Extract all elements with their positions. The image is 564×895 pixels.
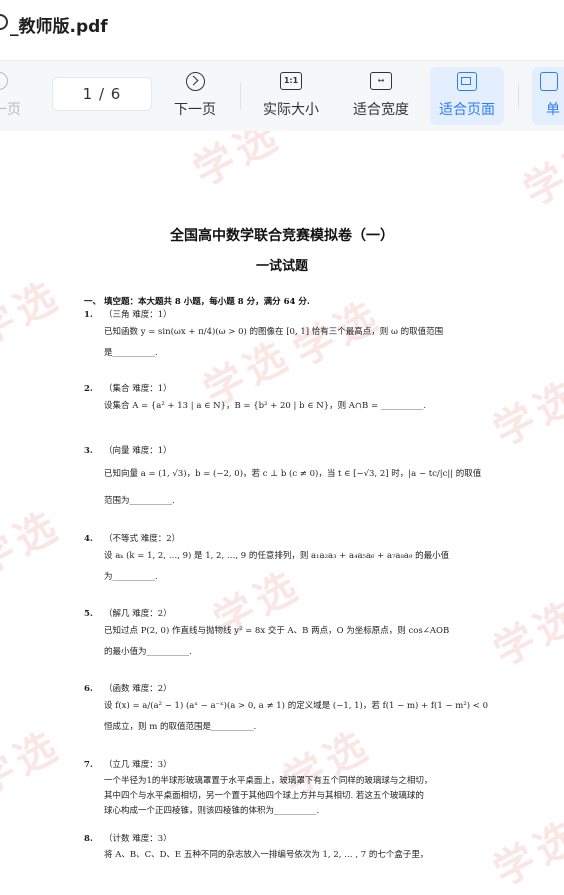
question-line: 为__________.: [104, 572, 158, 582]
question-line: 设集合 A = {a² + 13 | a ∈ N}，B = {b² + 20 |…: [104, 401, 427, 411]
question-number: 7.: [84, 760, 93, 770]
fit-width-label: 适合宽度: [353, 102, 409, 118]
question-8: 8. （计数 难度：3） 将 A、B、C、D、E 五种不同的杂志放入一排编号依次为…: [84, 831, 504, 863]
question-line: 一个半径为1的半球形玻璃罩置于水平桌面上，玻璃罩下有五个同样的玻璃球与之相切，: [104, 776, 433, 786]
question-2: 2. （集合 难度：1） 设集合 A = {a² + 13 | a ∈ N}，B …: [84, 381, 504, 415]
actual-size-icon: 1:1: [280, 71, 302, 93]
question-tag: （函数 难度：2）: [104, 684, 172, 694]
question-4: 4. （不等式 难度：2） 设 aₖ (k = 1, 2, …, 9) 是 1, …: [84, 531, 504, 586]
question-line: 已知向量 a = (1, √3)，b = (−2, 0)，若 c ⊥ b (c …: [104, 469, 482, 479]
prev-page-button[interactable]: 上一页: [0, 67, 40, 125]
question-tag: （三角 难度：1）: [104, 310, 172, 320]
question-line: 将 A、B、C、D、E 五种不同的杂志放入一排编号依次为 1, 2, … , 7…: [104, 850, 429, 860]
question-tag: （不等式 难度：2）: [104, 534, 181, 544]
question-3: 3. （向量 难度：1） 已知向量 a = (1, √3)，b = (−2, 0)…: [84, 443, 504, 510]
single-page-icon: [540, 71, 562, 93]
next-page-button[interactable]: 下一页: [160, 67, 230, 125]
single-page-label: 单: [546, 102, 560, 118]
question-number: 4.: [84, 534, 93, 544]
prev-page-label: 上一页: [0, 102, 21, 118]
fit-width-icon: ↔: [370, 71, 392, 93]
chevron-right-circle-icon: [184, 71, 206, 93]
actual-size-button[interactable]: 1:1 实际大小: [254, 67, 328, 125]
fit-page-icon: [456, 71, 478, 93]
question-tag: （向量 难度：1）: [104, 446, 172, 456]
question-line: 的最小值为__________.: [104, 647, 192, 657]
question-6: 6. （函数 难度：2） 设 f(x) = a/(a² − 1) (aˣ − a⁻…: [84, 681, 504, 736]
document-icon: [0, 14, 8, 30]
question-line: 已知过点 P(2, 0) 作直线与抛物线 y² = 8x 交于 A、B 两点，O…: [104, 626, 450, 636]
question-tag: （立几 难度：3）: [104, 760, 172, 770]
toolbar-divider: [518, 83, 519, 109]
question-number: 1.: [84, 310, 93, 320]
fit-page-label: 适合页面: [439, 102, 495, 118]
question-line: 设 f(x) = a/(a² − 1) (aˣ − a⁻ˣ)(a > 0, a …: [104, 701, 488, 711]
watermark: 学选: [185, 131, 290, 196]
question-line: 其中四个与水平桌面相切，另一个置于其他四个球上方并与其相切. 若这五个玻璃球的: [104, 791, 424, 801]
question-line: 是__________.: [104, 348, 158, 358]
question-number: 6.: [84, 684, 93, 694]
title-bar: _教师版.pdf: [0, 0, 564, 52]
question-number: 5.: [84, 609, 93, 619]
single-page-button[interactable]: 单: [532, 67, 564, 125]
question-number: 2.: [84, 384, 93, 394]
question-line: 恒成立，则 m 的取值范围是__________.: [104, 722, 257, 732]
pdf-toolbar: 上一页 1 / 6 下一页 1:1 实际大小 ↔ 适合宽度 适合页面 单: [0, 60, 564, 132]
window-title: _教师版.pdf: [10, 17, 108, 37]
question-line: 球心构成一个正四棱锥，则该四棱锥的体积为__________.: [104, 806, 320, 816]
actual-size-label: 实际大小: [263, 102, 319, 118]
question-number: 3.: [84, 446, 93, 456]
page-number-input[interactable]: 1 / 6: [52, 77, 152, 111]
question-line: 已知函数 y = sin(ωx + π/4)(ω > 0) 的图像在 [0, 1…: [104, 327, 444, 337]
question-tag: （计数 难度：3）: [104, 834, 172, 844]
document-title: 全国高中数学联合竞赛模拟卷（一）: [170, 228, 394, 244]
toolbar-divider: [240, 83, 241, 109]
watermark: 学选: [515, 131, 564, 216]
fit-page-button[interactable]: 适合页面: [430, 67, 504, 125]
pdf-page[interactable]: 学选 学选 学选 学选 学选 学选 学选 学选 学选 学选 学选 学选 全国高中…: [0, 131, 564, 895]
watermark: 学选: [0, 270, 70, 356]
question-1: 1. （三角 难度：1） 已知函数 y = sin(ωx + π/4)(ω > 0…: [84, 307, 504, 362]
question-7: 7. （立几 难度：3） 一个半径为1的半球形玻璃罩置于水平桌面上，玻璃罩下有五个…: [84, 757, 504, 819]
watermark: 学选: [0, 500, 70, 586]
question-line: 范围为__________.: [104, 496, 175, 506]
fit-width-button[interactable]: ↔ 适合宽度: [346, 67, 416, 125]
question-5: 5. （解几 难度：2） 已知过点 P(2, 0) 作直线与抛物线 y² = 8x…: [84, 606, 504, 661]
question-line: 设 aₖ (k = 1, 2, …, 9) 是 1, 2, …, 9 的任意排列…: [104, 551, 450, 561]
question-number: 8.: [84, 834, 93, 844]
question-tag: （解几 难度：2）: [104, 609, 172, 619]
section-heading: 一、 填空题：本大题共 8 小题，每小题 8 分，满分 64 分.: [84, 297, 310, 307]
watermark: 学选: [0, 720, 70, 806]
question-tag: （集合 难度：1）: [104, 384, 172, 394]
document-subtitle: 一试试题: [255, 259, 308, 274]
chevron-left-circle-icon: [0, 71, 11, 93]
next-page-label: 下一页: [174, 102, 216, 118]
